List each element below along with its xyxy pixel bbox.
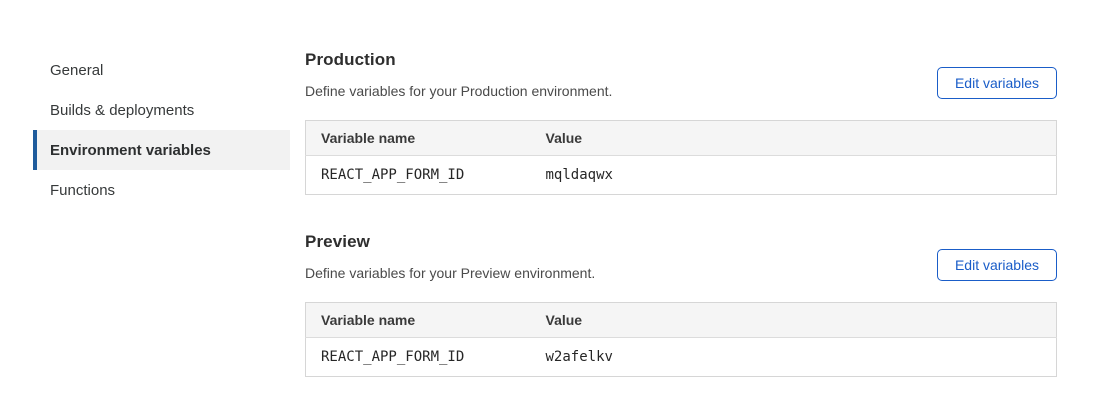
sidebar-item-functions[interactable]: Functions	[33, 170, 290, 210]
sidebar-item-label: Builds & deployments	[50, 102, 194, 119]
production-edit-variables-button[interactable]: Edit variables	[937, 67, 1057, 99]
table-body: REACT_APP_FORM_ID mqldaqwx	[306, 156, 1057, 195]
sidebar-item-environment-variables[interactable]: Environment variables	[33, 130, 290, 170]
preview-edit-variables-button[interactable]: Edit variables	[937, 249, 1057, 281]
preview-header-text: Preview Define variables for your Previe…	[305, 232, 595, 281]
settings-page: General Builds & deployments Environment…	[0, 0, 1100, 377]
preview-section-header: Preview Define variables for your Previe…	[305, 232, 1057, 281]
preview-section: Preview Define variables for your Previe…	[305, 232, 1057, 377]
preview-variables-table: Variable name Value REACT_APP_FORM_ID w2…	[305, 302, 1057, 377]
preview-description: Define variables for your Preview enviro…	[305, 265, 595, 281]
variable-name-cell: REACT_APP_FORM_ID	[306, 338, 531, 377]
preview-title: Preview	[305, 232, 595, 252]
table-body: REACT_APP_FORM_ID w2afelkv	[306, 338, 1057, 377]
settings-sidebar: General Builds & deployments Environment…	[33, 50, 290, 210]
variable-value-cell: mqldaqwx	[531, 156, 1057, 195]
column-header-value: Value	[531, 303, 1057, 338]
production-variables-table: Variable name Value REACT_APP_FORM_ID mq…	[305, 120, 1057, 195]
table-head: Variable name Value	[306, 303, 1057, 338]
sidebar-item-label: Environment variables	[50, 142, 211, 159]
column-header-variable-name: Variable name	[306, 303, 531, 338]
variable-value-cell: w2afelkv	[531, 338, 1057, 377]
production-description: Define variables for your Production env…	[305, 83, 612, 99]
production-section: Production Define variables for your Pro…	[305, 50, 1057, 195]
production-header-text: Production Define variables for your Pro…	[305, 50, 612, 99]
environment-variables-content: Production Define variables for your Pro…	[305, 50, 1057, 377]
table-header-row: Variable name Value	[306, 121, 1057, 156]
sidebar-item-label: General	[50, 62, 103, 79]
sidebar-item-general[interactable]: General	[33, 50, 290, 90]
production-section-header: Production Define variables for your Pro…	[305, 50, 1057, 99]
table-head: Variable name Value	[306, 121, 1057, 156]
table-header-row: Variable name Value	[306, 303, 1057, 338]
sidebar-item-builds-deployments[interactable]: Builds & deployments	[33, 90, 290, 130]
column-header-value: Value	[531, 121, 1057, 156]
variable-name-cell: REACT_APP_FORM_ID	[306, 156, 531, 195]
sidebar-item-label: Functions	[50, 182, 115, 199]
column-header-variable-name: Variable name	[306, 121, 531, 156]
table-row: REACT_APP_FORM_ID w2afelkv	[306, 338, 1057, 377]
production-title: Production	[305, 50, 612, 70]
table-row: REACT_APP_FORM_ID mqldaqwx	[306, 156, 1057, 195]
